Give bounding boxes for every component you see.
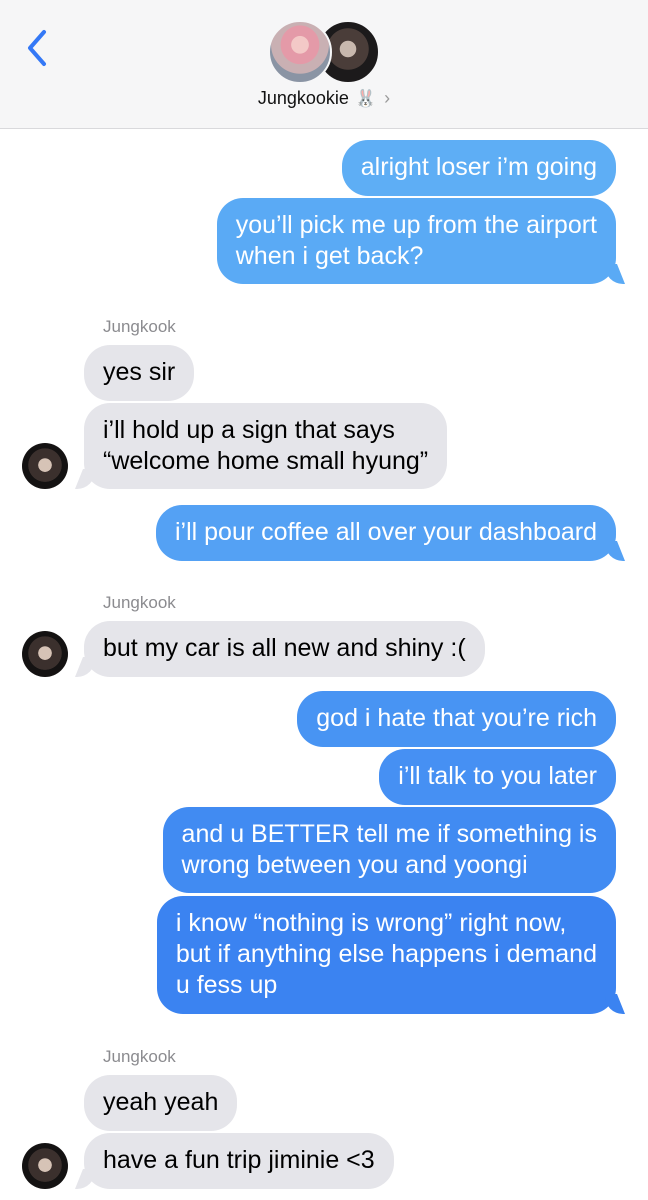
message-text-line: i’ll talk to you later [398,762,597,790]
message-text-line: yes sir [103,358,176,386]
message-bubble-outgoing[interactable]: alright loser i’m going [341,140,616,196]
message-text-line: but if anything else happens i demand [175,940,597,968]
message-bubble-incoming[interactable]: yeah yeah [84,1075,238,1131]
back-chevron-icon[interactable] [22,26,56,70]
group-avatars[interactable] [268,20,383,84]
avatar[interactable] [22,1143,68,1189]
sender-name: Jungkook [103,1047,176,1067]
message-text-line: you’ll pick me up from the airport [235,211,597,239]
avatar[interactable] [22,443,68,489]
message-text-line: Jungkook [103,1047,176,1066]
message-bubble-incoming[interactable]: yes sir [84,345,195,401]
sender-name: Jungkook [103,317,176,337]
chevron-right-icon[interactable]: › [384,88,390,108]
message-text-line: but my car is all new and shiny :( [103,634,466,662]
avatar [268,20,332,84]
message-bubble-outgoing[interactable]: i know “nothing is wrong” right now, but … [156,896,616,1014]
message-bubble-outgoing[interactable]: god i hate that you’re rich [297,691,616,747]
bunny-emoji-icon: 🐰 [354,89,377,108]
message-bubble-outgoing[interactable]: i’ll pour coffee all over your dashboard [155,505,616,561]
message-bubble-incoming[interactable]: but my car is all new and shiny :( [84,621,485,677]
message-text-line: have a fun trip jiminie <3 [103,1146,375,1174]
message-text-line: i’ll pour coffee all over your dashboard [174,518,597,546]
contact-title[interactable]: Jungkookie 🐰 › [0,88,648,109]
message-text-line: i know “nothing is wrong” right now, [175,909,567,937]
message-text-line: wrong between you and yoongi [181,851,528,879]
message-text-line: god i hate that you’re rich [316,704,597,732]
message-bubble-outgoing[interactable]: you’ll pick me up from the airport when i… [216,198,616,284]
avatar[interactable] [22,631,68,677]
message-text-line: Jungkook [103,317,176,336]
contact-name[interactable]: Jungkookie [258,88,349,108]
conversation-header: Jungkookie 🐰 › [0,0,648,129]
message-text-line: i’ll hold up a sign that says [103,416,395,444]
message-text-line: and u BETTER tell me if something is [181,820,597,848]
message-text-line: “welcome home small hyung” [103,447,429,475]
message-bubble-outgoing[interactable]: and u BETTER tell me if something is wron… [162,807,616,893]
message-text-line: alright loser i’m going [360,153,597,181]
message-bubble-incoming[interactable]: have a fun trip jiminie <3 [84,1133,394,1189]
message-bubble-incoming[interactable]: i’ll hold up a sign that says “welcome ho… [84,403,448,489]
message-text-line: when i get back? [235,242,424,270]
message-text-line: u fess up [175,971,278,999]
sender-name: Jungkook [103,593,176,613]
message-bubble-outgoing[interactable]: i’ll talk to you later [379,749,616,805]
message-text-line: yeah yeah [103,1088,219,1116]
message-text-line: Jungkook [103,593,176,612]
